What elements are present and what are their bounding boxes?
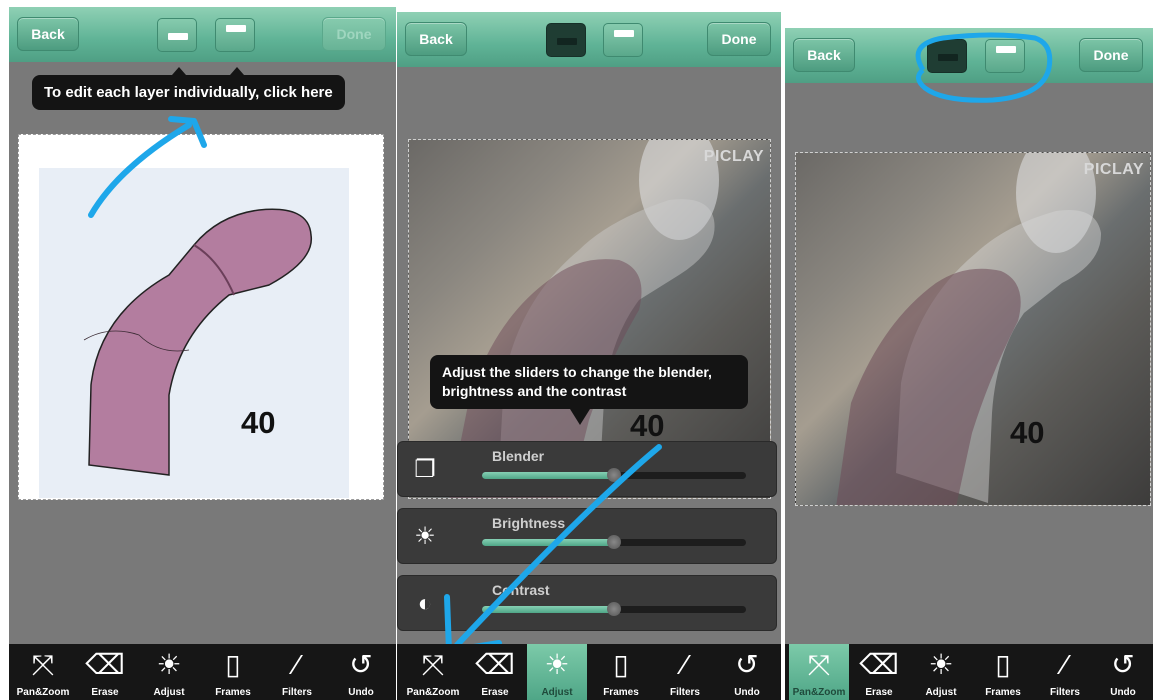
adjust-icon: ☀ xyxy=(544,649,570,680)
undo-icon: ↺ xyxy=(1111,649,1135,680)
tool-erase-label: Erase xyxy=(481,687,509,698)
frame-icon: ▯ xyxy=(225,649,241,680)
annotation-arrow xyxy=(88,116,207,218)
magic-wand-icon: ⁄ xyxy=(682,649,688,680)
tool-pan-zoom-label: Pan&Zoom xyxy=(16,687,70,698)
tool-undo[interactable]: ↺ Undo xyxy=(331,644,391,700)
top-bar: Back Done xyxy=(397,12,781,67)
eraser-icon: ⌫ xyxy=(859,649,899,680)
bottom-toolbar: ⤧ Pan&Zoom ⌫ Erase ☀ Adjust ▯ Frames ⁄ F… xyxy=(397,644,781,700)
tool-erase[interactable]: ⌫ Erase xyxy=(75,644,135,700)
tool-adjust[interactable]: ☀ Adjust xyxy=(139,644,199,700)
number-label: 40 xyxy=(241,405,276,440)
tool-frames-label: Frames xyxy=(603,687,639,698)
sun-icon: ☀ xyxy=(414,523,436,550)
back-button[interactable]: Back xyxy=(17,17,79,51)
magic-wand-icon: ⁄ xyxy=(294,649,300,680)
annotation-circle xyxy=(915,32,1053,103)
tool-undo-label: Undo xyxy=(1110,687,1136,698)
back-button[interactable]: Back xyxy=(793,38,855,72)
tool-erase-label: Erase xyxy=(865,687,893,698)
annotation-arrow xyxy=(444,444,662,654)
tool-frames-label: Frames xyxy=(985,687,1021,698)
pan-zoom-icon: ⤧ xyxy=(31,649,55,680)
layer-2-button[interactable] xyxy=(603,23,643,57)
adjust-icon: ☀ xyxy=(928,649,954,680)
number-label: 40 xyxy=(1010,415,1045,450)
tool-frames[interactable]: ▯ Frames xyxy=(973,644,1033,700)
eraser-icon: ⌫ xyxy=(475,649,515,680)
tool-erase[interactable]: ⌫ Erase xyxy=(465,644,525,700)
bottom-toolbar: ⤧ Pan&Zoom ⌫ Erase ☀ Adjust ▯ Frames ⁄ F… xyxy=(9,644,396,700)
tool-adjust-label: Adjust xyxy=(925,687,957,698)
slider-tooltip-text: Adjust the sliders to change the blender… xyxy=(442,364,712,399)
magic-wand-icon: ⁄ xyxy=(1062,649,1068,680)
screen-1: Back Done To edit each layer individuall… xyxy=(9,7,396,700)
screen-2: Back Done PICLAY 40 Adjust the sliders t… xyxy=(397,12,781,700)
tool-frames[interactable]: ▯ Frames xyxy=(591,644,651,700)
undo-icon: ↺ xyxy=(349,649,373,680)
tool-adjust[interactable]: ☀ Adjust xyxy=(911,644,971,700)
tool-frames[interactable]: ▯ Frames xyxy=(203,644,263,700)
tool-adjust[interactable]: ☀ Adjust xyxy=(527,644,587,700)
tool-filters[interactable]: ⁄ Filters xyxy=(1035,644,1095,700)
tool-pan-zoom[interactable]: ⤧ Pan&Zoom xyxy=(789,644,849,700)
eraser-icon: ⌫ xyxy=(85,649,125,680)
frame-icon: ▯ xyxy=(613,649,629,680)
layers-icon: ❐ xyxy=(414,456,436,483)
slider-tooltip: Adjust the sliders to change the blender… xyxy=(430,355,748,425)
done-button[interactable]: Done xyxy=(322,17,386,51)
tool-filters-label: Filters xyxy=(1049,687,1080,698)
tool-filters-label: Filters xyxy=(281,687,312,698)
tool-frames-label: Frames xyxy=(215,687,251,698)
blended-photo xyxy=(836,153,1102,505)
tool-undo-label: Undo xyxy=(348,687,374,698)
tool-filters[interactable]: ⁄ Filters xyxy=(655,644,715,700)
back-button[interactable]: Back xyxy=(405,22,467,56)
tool-adjust-label: Adjust xyxy=(153,687,185,698)
tool-erase-label: Erase xyxy=(91,687,119,698)
bottom-toolbar: ⤧ Pan&Zoom ⌫ Erase ☀ Adjust ▯ Frames ⁄ F… xyxy=(785,644,1153,700)
pan-zoom-icon: ⤧ xyxy=(807,649,831,680)
tool-filters[interactable]: ⁄ Filters xyxy=(267,644,327,700)
pan-zoom-icon: ⤧ xyxy=(421,649,445,680)
tool-erase[interactable]: ⌫ Erase xyxy=(849,644,909,700)
tool-undo-label: Undo xyxy=(734,687,760,698)
tool-filters-label: Filters xyxy=(669,687,700,698)
adjust-icon: ☀ xyxy=(156,649,182,680)
done-button[interactable]: Done xyxy=(1079,38,1143,72)
layer-1-button[interactable] xyxy=(546,23,586,57)
layer-1-button[interactable] xyxy=(157,18,197,52)
tool-undo[interactable]: ↺ Undo xyxy=(717,644,777,700)
undo-icon: ↺ xyxy=(735,649,759,680)
layer-2-button[interactable] xyxy=(215,18,255,52)
tool-pan-zoom-label: Pan&Zoom xyxy=(792,687,846,698)
photo-layer[interactable]: PICLAY 40 xyxy=(795,152,1151,506)
contrast-icon: ◐ xyxy=(417,590,433,617)
layer-tooltip-text: To edit each layer individually, click h… xyxy=(44,84,333,101)
done-button[interactable]: Done xyxy=(707,22,771,56)
watermark: PICLAY xyxy=(1083,161,1144,178)
layer-tooltip: To edit each layer individually, click h… xyxy=(32,67,345,110)
tool-undo[interactable]: ↺ Undo xyxy=(1093,644,1153,700)
screen-3: Back Done PICLAY 40 ⤧ Pan&Zoom ⌫ Erase ☀… xyxy=(785,28,1153,700)
tool-pan-zoom[interactable]: ⤧ Pan&Zoom xyxy=(403,644,463,700)
frame-icon: ▯ xyxy=(995,649,1011,680)
tool-adjust-label: Adjust xyxy=(541,687,573,698)
top-bar: Back Done xyxy=(9,7,396,62)
watermark: PICLAY xyxy=(703,148,764,165)
tool-pan-zoom-label: Pan&Zoom xyxy=(406,687,460,698)
tool-pan-zoom[interactable]: ⤧ Pan&Zoom xyxy=(13,644,73,700)
